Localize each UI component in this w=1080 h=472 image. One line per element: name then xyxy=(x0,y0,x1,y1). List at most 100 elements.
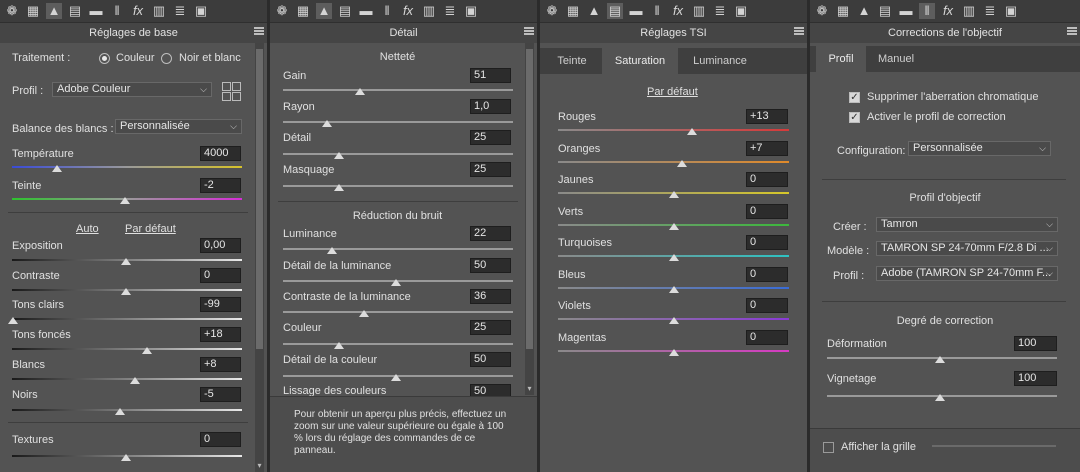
blacks-slider-track[interactable] xyxy=(12,409,242,411)
masking-slider-thumb[interactable] xyxy=(334,184,344,191)
contrast-field[interactable]: 0 xyxy=(200,268,241,283)
hsl-row-field[interactable]: 0 xyxy=(746,298,788,313)
texture-slider-thumb[interactable] xyxy=(121,454,131,461)
distortion-slider-thumb[interactable] xyxy=(935,356,945,363)
hsl-row-slider-thumb[interactable] xyxy=(669,317,679,324)
color-radio[interactable] xyxy=(99,53,110,64)
grid-icon[interactable]: ▦ xyxy=(25,3,41,19)
hsl-row-slider-track[interactable] xyxy=(558,161,789,163)
sliders-icon[interactable]: ≣ xyxy=(172,3,188,19)
color-radio-label[interactable]: Couleur xyxy=(116,52,155,64)
panel-menu-icon[interactable] xyxy=(524,27,534,35)
vignetting-slider-thumb[interactable] xyxy=(935,394,945,401)
hsl-row-slider-thumb[interactable] xyxy=(669,191,679,198)
split-icon[interactable]: ▤ xyxy=(607,3,623,19)
triangle-icon[interactable]: ▲ xyxy=(586,3,602,19)
fx-icon[interactable]: fx xyxy=(670,3,686,19)
tab-manual[interactable]: Manuel xyxy=(868,46,924,72)
tint-field[interactable]: -2 xyxy=(200,178,241,193)
hsl-row-slider-thumb[interactable] xyxy=(669,286,679,293)
film-icon[interactable]: ▥ xyxy=(151,3,167,19)
default-link[interactable]: Par défaut xyxy=(125,223,176,235)
tab-luminance[interactable]: Luminance xyxy=(680,48,760,74)
smooth-field[interactable]: 50 xyxy=(470,384,511,396)
lens-icon[interactable]: ‖ xyxy=(919,3,935,19)
texture-field[interactable]: 0 xyxy=(200,432,241,447)
hsl-row-field[interactable]: 0 xyxy=(746,172,788,187)
highlights-slider-track[interactable] xyxy=(12,318,242,320)
vignetting-field[interactable]: 100 xyxy=(1014,371,1057,386)
bw-radio[interactable] xyxy=(161,53,172,64)
lens-profile-select[interactable]: Adobe (TAMRON SP 24-70mm F... ⌵ xyxy=(876,266,1058,281)
fx-icon[interactable]: fx xyxy=(940,3,956,19)
panel-menu-icon[interactable] xyxy=(254,27,264,35)
hsl-row-slider-thumb[interactable] xyxy=(669,254,679,261)
scrollbar[interactable]: ▾ xyxy=(525,43,534,395)
whites-field[interactable]: +8 xyxy=(200,357,241,372)
temp-field[interactable]: 4000 xyxy=(200,146,241,161)
aperture-icon[interactable]: ❁ xyxy=(274,3,290,19)
tint-slider-thumb[interactable] xyxy=(120,197,130,204)
hsl-row-slider-track[interactable] xyxy=(558,129,789,131)
presets-icon[interactable]: ▣ xyxy=(193,3,209,19)
model-select[interactable]: TAMRON SP 24-70mm F/2.8 Di ... ⌵ xyxy=(876,241,1058,256)
scrollbar[interactable]: ▾ xyxy=(255,43,264,472)
detail-field[interactable]: 25 xyxy=(470,130,511,145)
make-select[interactable]: Tamron ⌵ xyxy=(876,217,1058,232)
whites-slider-thumb[interactable] xyxy=(130,377,140,384)
lum-contrast-slider-track[interactable] xyxy=(283,311,513,313)
grid-slider-track[interactable] xyxy=(932,445,1056,447)
aperture-icon[interactable]: ❁ xyxy=(544,3,560,19)
distortion-field[interactable]: 100 xyxy=(1014,336,1057,351)
grid-checkbox[interactable] xyxy=(823,442,834,453)
lens-icon[interactable]: ‖ xyxy=(649,3,665,19)
color-slider-track[interactable] xyxy=(283,343,513,345)
highlights-field[interactable]: -99 xyxy=(200,297,241,312)
luminance-slider-track[interactable] xyxy=(283,248,513,250)
shadows-field[interactable]: +18 xyxy=(200,327,241,342)
hsl-row-slider-thumb[interactable] xyxy=(669,349,679,356)
lum-contrast-field[interactable]: 36 xyxy=(470,289,511,304)
masking-slider-track[interactable] xyxy=(283,185,513,187)
scroll-down-icon[interactable]: ▾ xyxy=(255,461,264,470)
tab-profile[interactable]: Profil xyxy=(816,46,866,72)
color-slider-thumb[interactable] xyxy=(334,342,344,349)
whites-slider-track[interactable] xyxy=(12,378,242,380)
grid-icon[interactable]: ▦ xyxy=(295,3,311,19)
blacks-field[interactable]: -5 xyxy=(200,387,241,402)
profile-select[interactable]: Adobe Couleur ⌵ xyxy=(52,82,212,97)
blacks-slider-thumb[interactable] xyxy=(115,408,125,415)
sliders-icon[interactable]: ≣ xyxy=(712,3,728,19)
profile-browser-icon[interactable] xyxy=(222,82,241,101)
lum-detail-slider-thumb[interactable] xyxy=(391,279,401,286)
panel-menu-icon[interactable] xyxy=(1067,27,1077,35)
presets-icon[interactable]: ▣ xyxy=(463,3,479,19)
amount-slider-track[interactable] xyxy=(283,89,513,91)
radius-slider-thumb[interactable] xyxy=(322,120,332,127)
scrollbar-thumb[interactable] xyxy=(256,49,263,349)
split-alt-icon[interactable]: ▬ xyxy=(898,3,914,19)
aperture-icon[interactable]: ❁ xyxy=(814,3,830,19)
lens-icon[interactable]: ‖ xyxy=(109,3,125,19)
bw-radio-label[interactable]: Noir et blanc xyxy=(179,52,241,64)
radius-slider-track[interactable] xyxy=(283,121,513,123)
masking-field[interactable]: 25 xyxy=(470,162,511,177)
sliders-icon[interactable]: ≣ xyxy=(982,3,998,19)
tab-saturation[interactable]: Saturation xyxy=(602,48,678,74)
triangle-icon[interactable]: ▲ xyxy=(46,3,62,19)
aperture-icon[interactable]: ❁ xyxy=(4,3,20,19)
amount-field[interactable]: 51 xyxy=(470,68,511,83)
split-alt-icon[interactable]: ▬ xyxy=(358,3,374,19)
exposure-field[interactable]: 0,00 xyxy=(200,238,241,253)
shadows-slider-track[interactable] xyxy=(12,348,242,350)
grid-icon[interactable]: ▦ xyxy=(565,3,581,19)
lum-detail-field[interactable]: 50 xyxy=(470,258,511,273)
highlights-slider-thumb[interactable] xyxy=(8,317,18,324)
amount-slider-thumb[interactable] xyxy=(355,88,365,95)
luminance-field[interactable]: 22 xyxy=(470,226,511,241)
temp-slider-track[interactable] xyxy=(12,166,242,168)
detail-slider-thumb[interactable] xyxy=(334,152,344,159)
wb-select[interactable]: Personnalisée ⌵ xyxy=(115,119,242,134)
contrast-slider-thumb[interactable] xyxy=(121,288,131,295)
split-alt-icon[interactable]: ▬ xyxy=(628,3,644,19)
